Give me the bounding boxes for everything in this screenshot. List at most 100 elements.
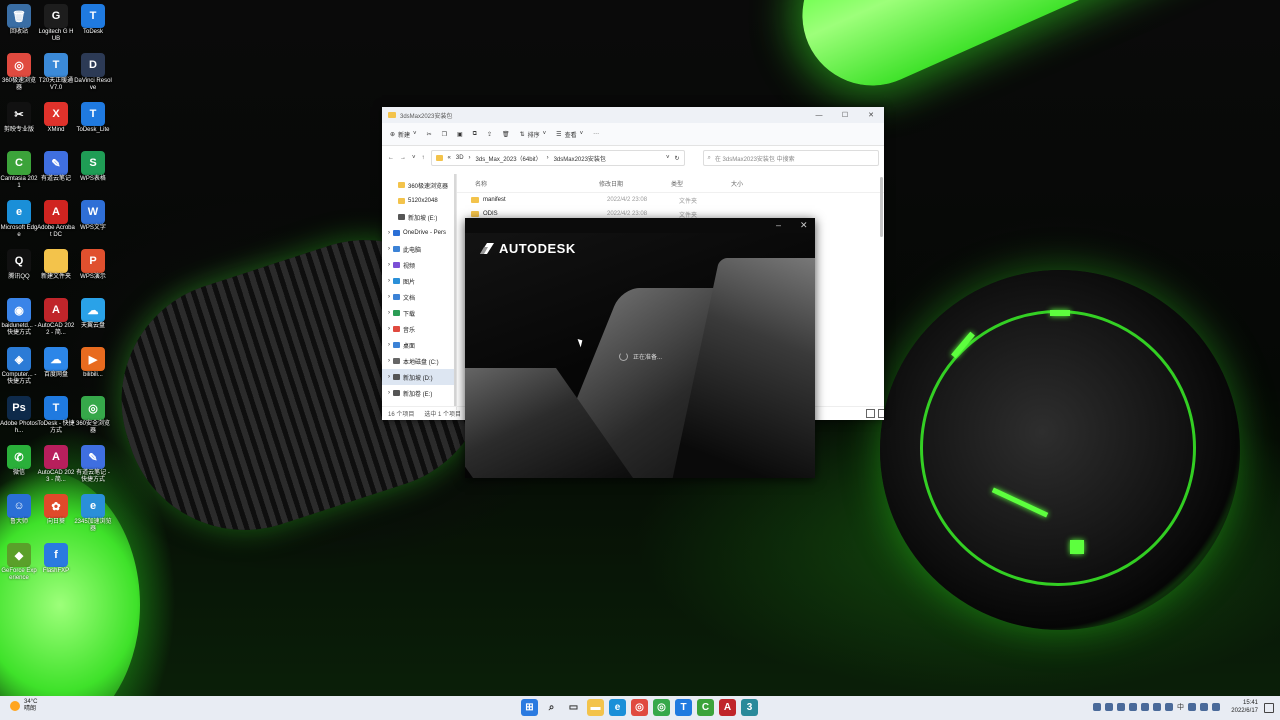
- desktop-icon[interactable]: ◎ 360安全浏览器: [74, 392, 112, 435]
- desktop-icon[interactable]: T T20天正暖通V7.0: [37, 49, 75, 92]
- share-icon[interactable]: ⇪: [487, 131, 492, 138]
- column-type[interactable]: 类型: [671, 179, 731, 188]
- desktop-icon[interactable]: ☺ 鲁大师: [0, 490, 38, 526]
- desktop-icon[interactable]: f FlashFXP: [37, 539, 75, 575]
- breadcrumb-item[interactable]: 3dsMax2023安装包: [554, 154, 606, 163]
- tray-icon[interactable]: [1165, 703, 1173, 711]
- nav-item[interactable]: › 文档: [382, 289, 456, 305]
- nav-item[interactable]: 360极速浏览器: [382, 177, 456, 193]
- details-view-icon[interactable]: [866, 409, 875, 418]
- desktop-icon[interactable]: X XMind: [37, 98, 75, 134]
- list-scrollbar[interactable]: [880, 177, 883, 237]
- desktop-icon[interactable]: ☁ 百度网盘: [37, 343, 75, 379]
- minimize-button[interactable]: —: [806, 107, 832, 123]
- desktop-icon[interactable]: T ToDesk - 快捷方式: [37, 392, 75, 435]
- desktop-icon[interactable]: e Microsoft Edge: [0, 196, 38, 239]
- tiles-view-icon[interactable]: [878, 409, 884, 418]
- new-button[interactable]: ⊕ 新建 ˅: [390, 130, 417, 139]
- paste-icon[interactable]: ▣: [457, 131, 463, 138]
- nav-item[interactable]: › 视频: [382, 257, 456, 273]
- breadcrumb-item[interactable]: 3ds_Max_2023（64bit）: [476, 154, 542, 163]
- taskbar-3dsmax-icon[interactable]: 3: [741, 699, 758, 716]
- desktop-icon[interactable]: ✎ 有道云笔记: [37, 147, 75, 183]
- desktop-icon[interactable]: Ps Adobe Photosh...: [0, 392, 38, 435]
- clock[interactable]: 15:41 2022/6/17: [1231, 699, 1258, 715]
- wifi-icon[interactable]: [1188, 703, 1196, 711]
- desktop-icon[interactable]: ▶ bilibili...: [74, 343, 112, 379]
- desktop-icon[interactable]: A AutoCAD 2023 - 简...: [37, 441, 75, 484]
- chevron-right-icon[interactable]: ›: [388, 310, 390, 316]
- ime-indicator[interactable]: 中: [1177, 702, 1184, 712]
- taskbar-360-safe-browser-icon[interactable]: ◎: [653, 699, 670, 716]
- chevron-right-icon[interactable]: ›: [388, 374, 390, 380]
- desktop-icon[interactable]: 🗑 回收站: [0, 0, 38, 36]
- search-input[interactable]: ⌕ 在 3dsMax2023安装包 中搜索: [702, 150, 879, 166]
- rename-icon[interactable]: ⧉: [473, 131, 477, 138]
- explorer-title-bar[interactable]: 3dsMax2023安装包 — ☐ ✕: [382, 107, 884, 123]
- chevron-right-icon[interactable]: ›: [388, 342, 390, 348]
- up-icon[interactable]: ↑: [422, 155, 425, 161]
- delete-icon[interactable]: 🗑: [502, 131, 510, 138]
- desktop-icon[interactable]: S WPS表格: [74, 147, 112, 183]
- desktop-icon[interactable]: ✆ 微信: [0, 441, 38, 477]
- desktop-icon[interactable]: ✿ 向日葵: [37, 490, 75, 526]
- desktop-icon[interactable]: ✎ 有道云笔记 - 快捷方式: [74, 441, 112, 484]
- tray-icon[interactable]: [1105, 703, 1113, 711]
- desktop-icon[interactable]: P WPS演示: [74, 245, 112, 281]
- history-chevron-icon[interactable]: ˅: [412, 155, 416, 161]
- nav-item[interactable]: › OneDrive - Pers: [382, 225, 456, 241]
- back-icon[interactable]: ←: [388, 155, 394, 161]
- tray-icon[interactable]: [1129, 703, 1137, 711]
- address-bar[interactable]: « 3D › 3ds_Max_2023（64bit） › 3dsMax2023安…: [430, 150, 685, 166]
- nav-item[interactable]: › 下载: [382, 305, 456, 321]
- nav-item[interactable]: › 此电脑: [382, 241, 456, 257]
- table-row[interactable]: manifest 2022/4/2 23:08 文件夹: [457, 193, 884, 207]
- column-name[interactable]: 名称: [475, 179, 599, 188]
- desktop-icon[interactable]: C Camtasia 2021: [0, 147, 38, 190]
- column-date[interactable]: 修改日期: [599, 179, 671, 188]
- taskbar-360-browser-icon[interactable]: ◎: [631, 699, 648, 716]
- nav-item[interactable]: › 图片: [382, 273, 456, 289]
- nav-item[interactable]: 5120x2048: [382, 193, 456, 209]
- taskbar-start-icon[interactable]: ⊞: [521, 699, 538, 716]
- desktop-icon[interactable]: G Logitech G HUB: [37, 0, 75, 43]
- desktop-icon[interactable]: W WPS文字: [74, 196, 112, 232]
- desktop-icon[interactable]: ◆ GeForce Experience: [0, 539, 38, 582]
- column-size[interactable]: 大小: [731, 179, 771, 188]
- chevron-right-icon[interactable]: ›: [388, 246, 390, 252]
- desktop-icon[interactable]: 新建文件夹: [37, 245, 75, 281]
- desktop-icon[interactable]: A AutoCAD 2022 - 简...: [37, 294, 75, 337]
- taskbar-todesk-icon[interactable]: T: [675, 699, 692, 716]
- desktop-icon[interactable]: ☁ 天翼云盘: [74, 294, 112, 330]
- forward-icon[interactable]: →: [400, 155, 406, 161]
- battery-icon[interactable]: [1212, 703, 1220, 711]
- nav-scrollbar[interactable]: [454, 174, 456, 407]
- nav-item[interactable]: › 本地磁盘 (C:): [382, 353, 456, 369]
- taskbar-autocad-icon[interactable]: A: [719, 699, 736, 716]
- chevron-right-icon[interactable]: ›: [388, 294, 390, 300]
- desktop-icon[interactable]: e 2345加速浏览器: [74, 490, 112, 533]
- chevron-down-icon[interactable]: ˅: [666, 155, 670, 161]
- desktop-icon[interactable]: Q 腾讯QQ: [0, 245, 38, 281]
- desktop-icon[interactable]: A Adobe Acrobat DC: [37, 196, 75, 239]
- nav-item[interactable]: › 新加卷 (E:): [382, 385, 456, 401]
- close-button[interactable]: ✕: [800, 220, 808, 231]
- splash-title-bar[interactable]: – ✕: [465, 218, 815, 233]
- taskbar-edge-icon[interactable]: e: [609, 699, 626, 716]
- desktop-icon[interactable]: T ToDesk: [74, 0, 112, 36]
- chevron-right-icon[interactable]: ›: [388, 326, 390, 332]
- chevron-right-icon[interactable]: ›: [388, 390, 390, 396]
- tray-icon[interactable]: [1117, 703, 1125, 711]
- refresh-icon[interactable]: ↻: [674, 155, 679, 162]
- desktop-icon[interactable]: D DaVinci Resolve: [74, 49, 112, 92]
- tray-icon[interactable]: [1141, 703, 1149, 711]
- desktop-icon[interactable]: ◎ 360极速浏览器: [0, 49, 38, 92]
- taskbar-camtasia-icon[interactable]: C: [697, 699, 714, 716]
- notification-icon[interactable]: [1264, 703, 1274, 713]
- breadcrumb-item[interactable]: 3D: [456, 155, 464, 161]
- more-button[interactable]: ···: [593, 131, 599, 137]
- taskbar-task-view-icon[interactable]: ▭: [565, 699, 582, 716]
- view-button[interactable]: ☰ 查看 ˅: [556, 130, 583, 139]
- nav-item[interactable]: 新加坡 (E:): [382, 209, 456, 225]
- cut-icon[interactable]: ✂: [427, 131, 432, 138]
